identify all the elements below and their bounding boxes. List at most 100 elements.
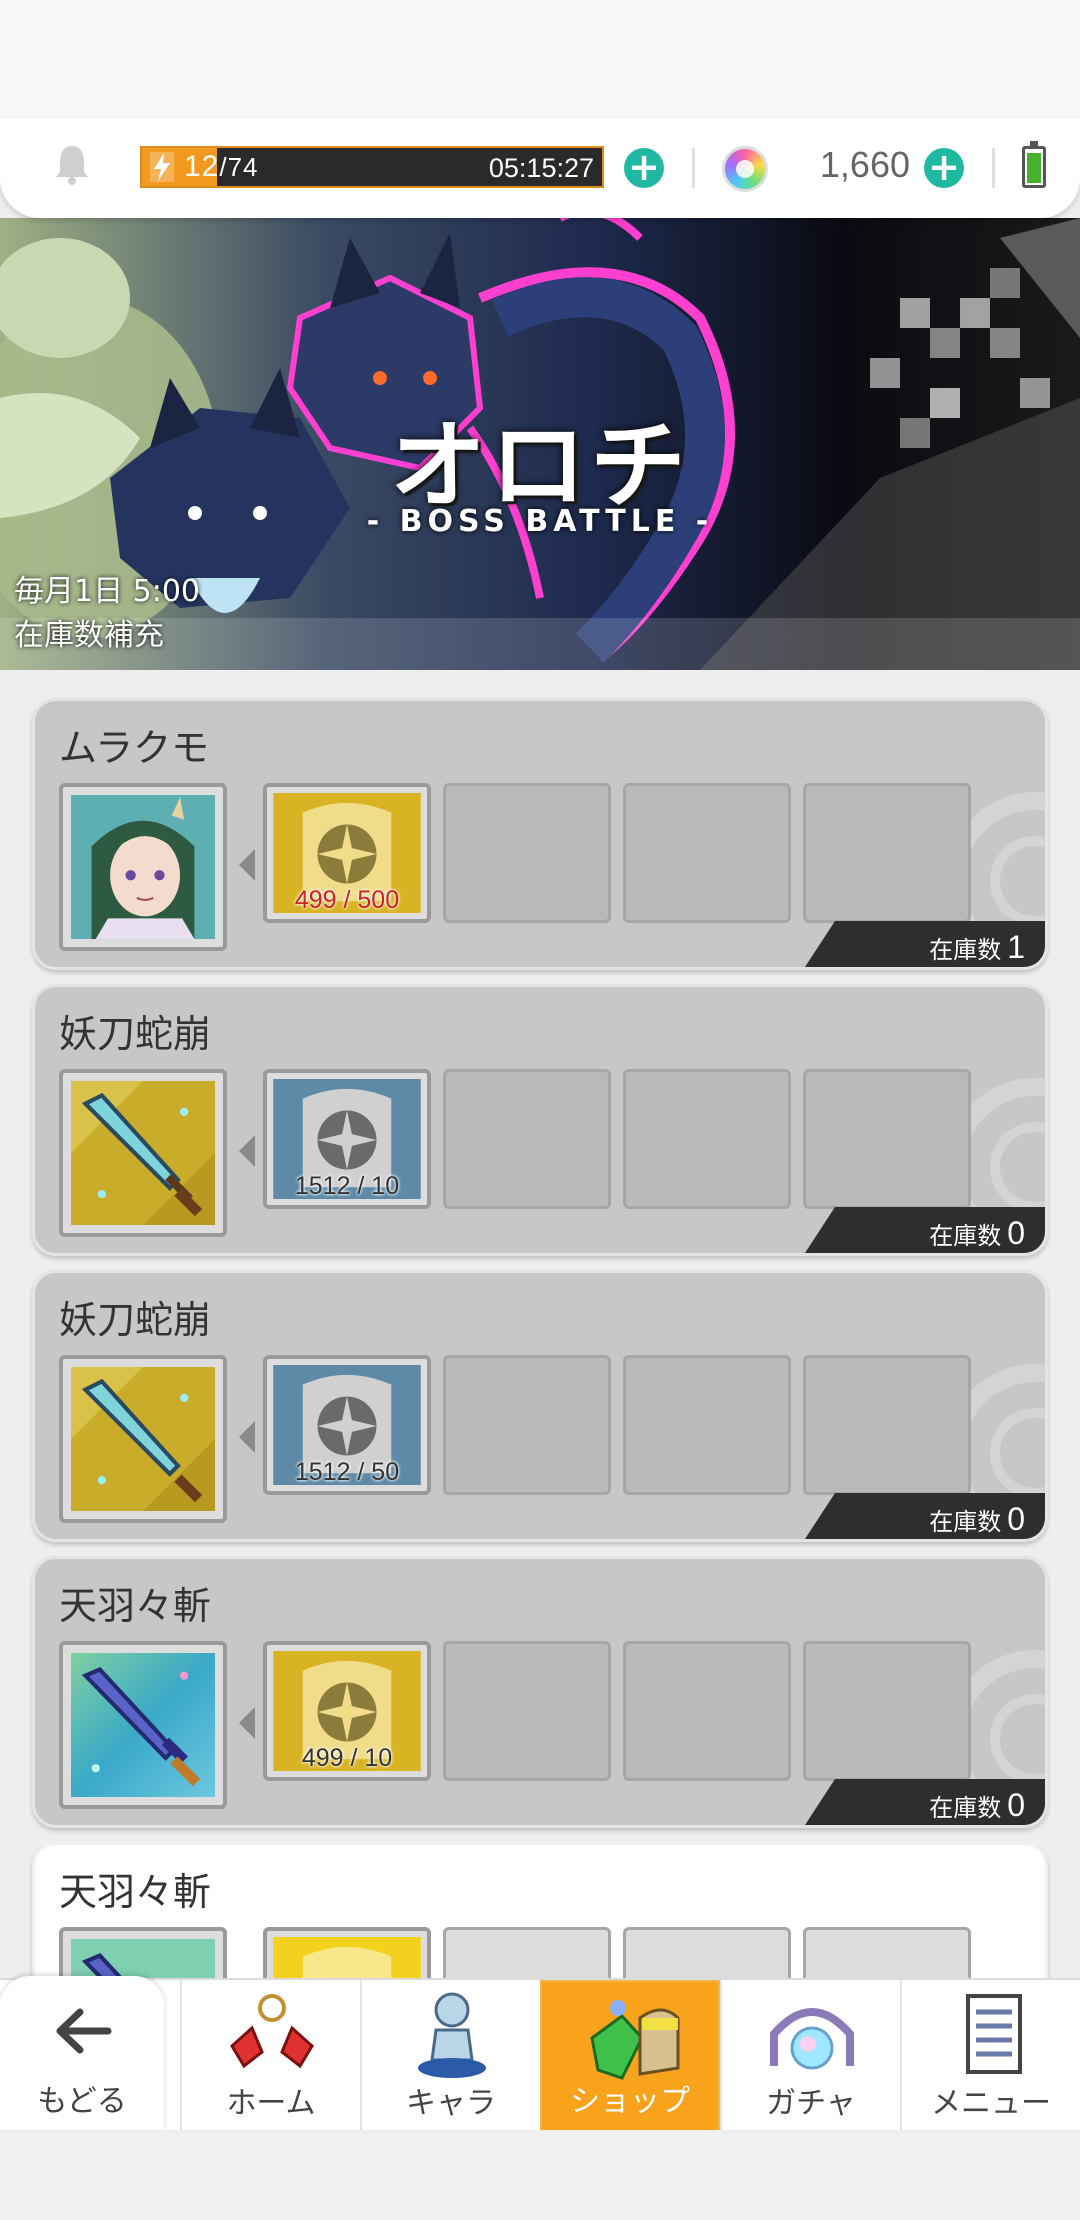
stamina-value: 12/74 — [184, 150, 259, 184]
stamina-current: 12 — [184, 150, 220, 183]
gold-medal-icon — [273, 1937, 421, 1978]
empty-cost-slot — [623, 1355, 791, 1495]
nav-shop-label: ショップ — [570, 2084, 690, 2119]
shop-item-card[interactable]: 妖刀蛇崩 1512 / 10 在庫数 0 — [32, 984, 1048, 1256]
stock-label: 在庫数 — [929, 1222, 1002, 1250]
nav-menu-label: メニュー — [931, 2086, 1051, 2121]
cost-count: 1512 / 10 — [294, 1172, 400, 1199]
sword-icon — [71, 1939, 215, 1978]
nav-chara-label: キャラ — [406, 2086, 496, 2121]
character-portrait-icon — [71, 795, 215, 939]
empty-cost-slot — [443, 1069, 611, 1209]
item-name: ムラクモ — [59, 726, 210, 770]
reward-slot[interactable] — [59, 1355, 227, 1523]
gem-count: 1,660 — [819, 144, 910, 185]
exchange-arrow-icon — [239, 1421, 255, 1453]
shop-item-list[interactable]: ムラクモ 499 / 500 在庫数 1 妖刀蛇崩 1512 / 10 在庫数 … — [0, 670, 1080, 1978]
cost-count: 499 / 10 — [301, 1744, 393, 1771]
cost-inner — [273, 1937, 421, 1978]
shop-item-card[interactable]: 天羽々斬 — [32, 1556, 1048, 1828]
nav-chara[interactable]: キャラ — [360, 1980, 540, 2132]
gacha-orb-icon — [770, 2008, 854, 2070]
item-name: 天羽々斬 — [59, 1584, 212, 1628]
divider — [992, 148, 995, 188]
empty-cost-slot — [443, 1355, 611, 1495]
stock-label: 在庫数 — [929, 936, 1002, 964]
stock-badge: 在庫数 0 — [805, 1493, 1045, 1539]
reward-slot[interactable] — [59, 1069, 227, 1237]
nav-menu[interactable]: メニュー — [900, 1980, 1080, 2132]
empty-cost-slot — [443, 1927, 611, 1978]
nav-home-label: ホーム — [226, 2086, 316, 2121]
reward-slot[interactable] — [59, 783, 227, 951]
item-name: 妖刀蛇崩 — [59, 1012, 212, 1056]
menu-list-icon — [966, 1994, 1022, 2074]
stock-badge: 在庫数 0 — [805, 1779, 1045, 1825]
restock-info: 毎月1日 5:00 在庫数補充 — [14, 570, 200, 658]
boss-banner: オロチ - BOSS BATTLE - 毎月1日 5:00 在庫数補充 — [0, 218, 1080, 670]
rainbow-gem-icon — [722, 146, 768, 192]
cost-inner: 1512 / 10 — [273, 1079, 421, 1199]
sword-icon — [71, 1653, 215, 1797]
reward-slot[interactable] — [59, 1641, 227, 1809]
empty-cost-slot — [803, 783, 971, 923]
exchange-arrow-icon — [239, 1135, 255, 1167]
shop-item-card[interactable]: 妖刀蛇崩 1512 / 50 在庫数 0 — [32, 1270, 1048, 1542]
nav-shop[interactable]: ショップ — [540, 1980, 720, 2132]
back-label: もどる — [37, 2084, 127, 2119]
empty-cost-slot — [803, 1927, 971, 1978]
character-figure-icon — [418, 1992, 486, 2078]
nav-gacha[interactable]: ガチャ — [720, 1980, 900, 2132]
reward-slot[interactable] — [59, 1927, 227, 1978]
exchange-arrow-icon — [239, 1707, 255, 1739]
stamina-gauge: 12/74 05:15:27 — [140, 146, 604, 188]
restock-label: 在庫数補充 — [14, 618, 164, 653]
empty-cost-slot — [803, 1355, 971, 1495]
restock-time: 毎月1日 5:00 — [14, 574, 200, 609]
empty-cost-slot — [443, 783, 611, 923]
cost-inner: 1512 / 50 — [273, 1365, 421, 1485]
empty-cost-slot — [443, 1641, 611, 1781]
stock-badge: 在庫数 1 — [805, 921, 1045, 967]
home-icon — [230, 1994, 314, 2069]
stock-count: 0 — [1007, 1787, 1025, 1823]
empty-cost-slot — [623, 783, 791, 923]
divider — [692, 148, 695, 188]
cost-inner: 499 / 10 — [273, 1651, 421, 1771]
empty-cost-slot — [623, 1641, 791, 1781]
boss-subtitle: - BOSS BATTLE - — [366, 504, 714, 539]
arrow-left-icon — [56, 2008, 112, 2054]
sword-icon — [71, 1367, 215, 1511]
cost-slot[interactable]: 1512 / 10 — [263, 1069, 431, 1209]
stock-count: 0 — [1007, 1501, 1025, 1537]
cost-slot[interactable] — [263, 1927, 431, 1978]
stock-label: 在庫数 — [929, 1508, 1002, 1536]
bell-icon[interactable] — [52, 142, 92, 186]
shop-item-card[interactable]: ムラクモ 499 / 500 在庫数 1 — [32, 698, 1048, 970]
system-gesture-area — [0, 2130, 1080, 2220]
stock-count: 1 — [1007, 929, 1025, 965]
cost-count: 499 / 500 — [294, 886, 400, 913]
stamina-timer: 05:15:27 — [488, 153, 594, 183]
empty-cost-slot — [803, 1641, 971, 1781]
nav-home[interactable]: ホーム — [180, 1980, 360, 2132]
add-gems-button[interactable]: + — [924, 148, 964, 188]
cost-slot[interactable]: 1512 / 50 — [263, 1355, 431, 1495]
stamina-max: /74 — [219, 152, 259, 182]
add-stamina-button[interactable]: + — [624, 148, 664, 188]
cost-slot[interactable]: 499 / 10 — [263, 1641, 431, 1781]
resource-bar: 12/74 05:15:27 + 1,660 + — [0, 118, 1080, 218]
stock-badge: 在庫数 0 — [805, 1207, 1045, 1253]
back-button[interactable]: もどる — [0, 1976, 164, 2132]
cost-inner: 499 / 500 — [273, 793, 421, 913]
stock-label: 在庫数 — [929, 1794, 1002, 1822]
lightning-icon — [150, 152, 174, 182]
item-name: 妖刀蛇崩 — [59, 1298, 212, 1342]
shop-bag-icon — [590, 2000, 680, 2080]
sword-icon — [71, 1081, 215, 1225]
item-name: 天羽々斬 — [59, 1870, 212, 1914]
shop-item-card[interactable]: 天羽々斬 — [32, 1842, 1048, 1978]
empty-cost-slot — [623, 1069, 791, 1209]
cost-slot[interactable]: 499 / 500 — [263, 783, 431, 923]
empty-cost-slot — [803, 1069, 971, 1209]
